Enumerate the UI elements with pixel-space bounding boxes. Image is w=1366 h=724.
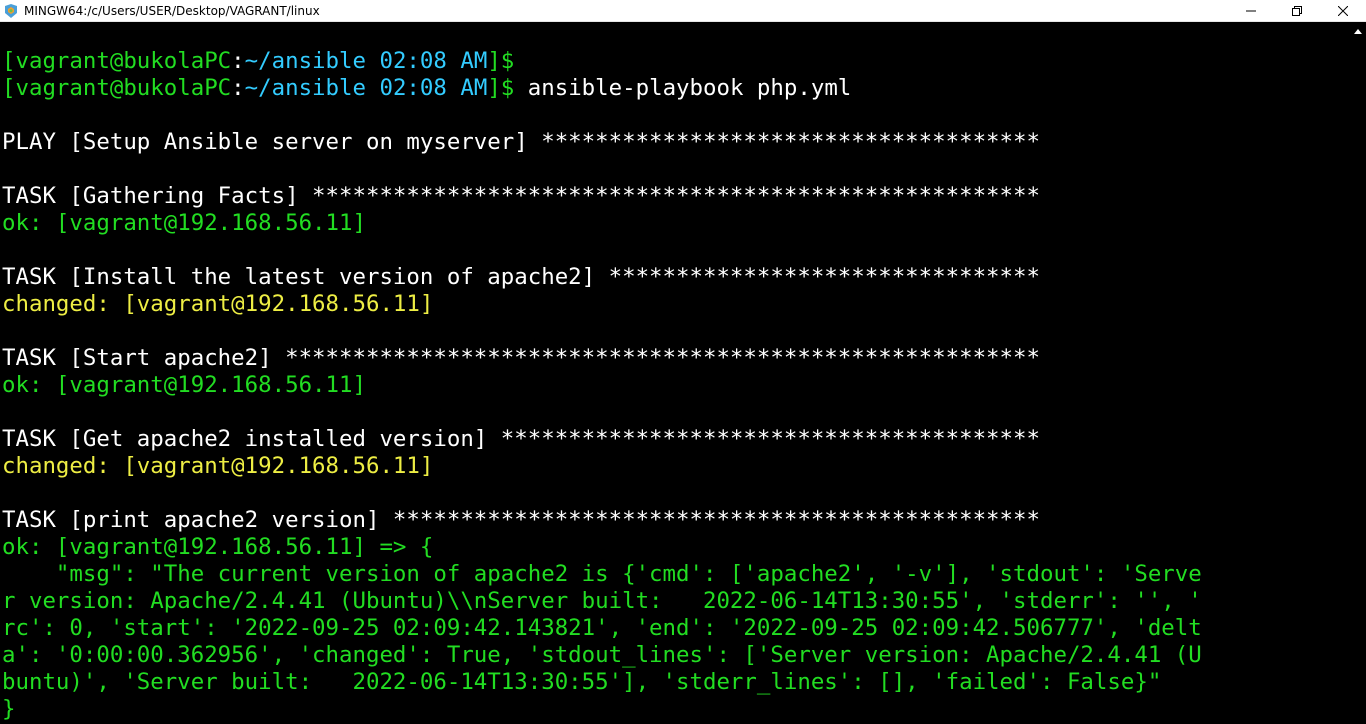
task-result-changed: changed: [vagrant@192.168.56.11] <box>2 453 1352 480</box>
terminal-text-segment: TASK [Gathering Facts] *****************… <box>2 183 1040 209</box>
debug-output-line: "msg": "The current version of apache2 i… <box>2 561 1352 588</box>
restore-icon <box>1292 6 1302 16</box>
prompt-line: [vagrant@bukolaPC:~/ansible 02:08 AM]$ <box>2 48 1352 75</box>
debug-output-line: } <box>2 696 1352 723</box>
close-button[interactable] <box>1320 0 1366 22</box>
minimize-icon <box>1246 10 1256 12</box>
terminal-text-segment: : <box>231 48 245 74</box>
title-bar[interactable]: MINGW64:/c/Users/USER/Desktop/VAGRANT/li… <box>0 0 1366 22</box>
terminal-text-segment: ok: [vagrant@192.168.56.11] <box>2 372 366 398</box>
terminal-text-segment: changed: [vagrant@192.168.56.11] <box>2 453 434 479</box>
close-icon <box>1338 6 1348 16</box>
terminal-text-segment: ]$ <box>487 48 515 74</box>
task-result-ok: ok: [vagrant@192.168.56.11] <box>2 372 1352 399</box>
task-result-changed: changed: [vagrant@192.168.56.11] <box>2 291 1352 318</box>
terminal-output[interactable]: [vagrant@bukolaPC:~/ansible 02:08 AM]$ [v… <box>0 23 1352 724</box>
terminal-text-segment: TASK [Get apache2 installed version] ***… <box>2 426 1040 452</box>
terminal-text-segment: changed: [vagrant@192.168.56.11] <box>2 291 434 317</box>
terminal-text-segment: TASK [Start apache2] *******************… <box>2 345 1040 371</box>
minimize-button[interactable] <box>1228 0 1274 22</box>
debug-output-line: r version: Apache/2.4.41 (Ubuntu)\\nServ… <box>2 588 1352 615</box>
task-header: TASK [Gathering Facts] *****************… <box>2 183 1352 210</box>
terminal-text-segment: TASK [Install the latest version of apac… <box>2 264 1040 290</box>
window-title: MINGW64:/c/Users/USER/Desktop/VAGRANT/li… <box>24 3 320 18</box>
debug-output-line: rc': 0, 'start': '2022-09-25 02:09:42.14… <box>2 615 1352 642</box>
terminal-text-segment: ]$ <box>487 75 515 101</box>
window-controls <box>1228 0 1366 22</box>
restore-button[interactable] <box>1274 0 1320 22</box>
vertical-scrollbar[interactable] <box>1352 23 1366 724</box>
task-result-ok: ok: [vagrant@192.168.56.11] <box>2 210 1352 237</box>
terminal-text-segment: r version: Apache/2.4.41 (Ubuntu)\\nServ… <box>2 588 1202 614</box>
task-result-ok: ok: [vagrant@192.168.56.11] => { <box>2 534 1352 561</box>
terminal-text-segment: ~/ansible 02:08 AM <box>244 75 488 101</box>
terminal-text-segment: a': '0:00:00.362956', 'changed': True, '… <box>2 642 1202 668</box>
terminal-text-segment: ansible-playbook php.yml <box>514 75 852 101</box>
terminal-text-segment: rc': 0, 'start': '2022-09-25 02:09:42.14… <box>2 615 1202 641</box>
task-header: TASK [Get apache2 installed version] ***… <box>2 426 1352 453</box>
terminal-text-segment: ok: [vagrant@192.168.56.11] => { <box>2 534 434 560</box>
terminal-text-segment: : <box>231 75 245 101</box>
task-header: TASK [print apache2 version] ***********… <box>2 507 1352 534</box>
debug-output-line: a': '0:00:00.362956', 'changed': True, '… <box>2 642 1352 669</box>
terminal-text-segment: } <box>2 696 16 722</box>
terminal-text-segment: [vagrant@bukolaPC <box>2 75 232 101</box>
task-header: TASK [Start apache2] *******************… <box>2 345 1352 372</box>
terminal-text-segment: [vagrant@bukolaPC <box>2 48 232 74</box>
play-header: PLAY [Setup Ansible server on myserver] … <box>2 129 1352 156</box>
terminal-text-segment: buntu)', 'Server built: 2022-06-14T13:30… <box>2 669 1162 695</box>
task-header: TASK [Install the latest version of apac… <box>2 264 1352 291</box>
terminal-text-segment: TASK [print apache2 version] ***********… <box>2 507 1040 533</box>
terminal-text-segment: PLAY [Setup Ansible server on myserver] … <box>2 129 1040 155</box>
terminal-text-segment: ~/ansible 02:08 AM <box>244 48 488 74</box>
terminal-text-segment: "msg": "The current version of apache2 i… <box>2 561 1202 587</box>
debug-output-line: buntu)', 'Server built: 2022-06-14T13:30… <box>2 669 1352 696</box>
prompt-command-line: [vagrant@bukolaPC:~/ansible 02:08 AM]$ a… <box>2 75 1352 102</box>
mingw-terminal-icon[interactable] <box>4 3 18 18</box>
scroll-up-arrow-icon[interactable] <box>1354 29 1362 34</box>
terminal-text-segment: ok: [vagrant@192.168.56.11] <box>2 210 366 236</box>
terminal-window: MINGW64:/c/Users/USER/Desktop/VAGRANT/li… <box>0 0 1366 724</box>
